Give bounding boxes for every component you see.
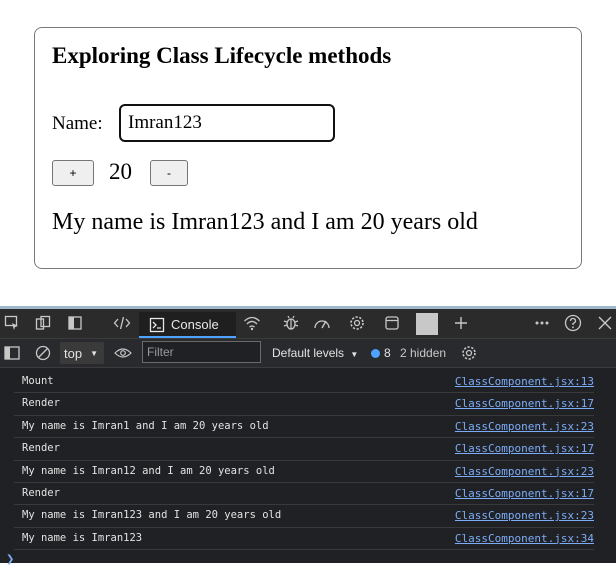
dock-side-icon[interactable] [66, 314, 84, 332]
greeting-message: My name is Imran123 and I am 20 years ol… [52, 209, 478, 235]
devtools-panel: Console top ▼ Filter Default levels ▼ 8 … [0, 306, 616, 565]
tab-console-label: Console [171, 317, 219, 332]
elements-tab-icon[interactable] [113, 314, 131, 332]
issues-count: 8 [384, 346, 391, 360]
live-expression-eye-icon[interactable] [114, 344, 132, 362]
log-entry: My name is Imran123 and I am 20 years ol… [14, 505, 594, 528]
log-message: My name is Imran123 and I am 20 years ol… [22, 509, 282, 522]
page-title: Exploring Class Lifecycle methods [52, 43, 392, 68]
log-message: My name is Imran1 and I am 20 years old [22, 419, 269, 432]
log-levels-dropdown[interactable]: Default levels ▼ [272, 346, 358, 360]
log-source-link[interactable]: ClassComponent.jsx:13 [455, 375, 594, 388]
decrement-button[interactable]: - [150, 160, 188, 186]
application-icon[interactable] [383, 314, 401, 332]
log-message: Render [22, 442, 60, 455]
more-options-icon[interactable] [533, 314, 551, 332]
log-message: My name is Imran123 [22, 531, 143, 544]
tab-console[interactable]: Console [139, 312, 236, 338]
network-icon[interactable] [243, 314, 261, 332]
console-settings-gear-icon[interactable] [460, 344, 478, 362]
help-icon[interactable] [564, 314, 582, 332]
name-label: Name: [52, 113, 103, 134]
hidden-messages-count: 2 hidden [400, 346, 447, 360]
log-message: Render [22, 486, 60, 499]
age-value: 20 [109, 159, 132, 184]
log-entry: My name is Imran123 ClassComponent.jsx:3… [14, 528, 594, 551]
log-source-link[interactable]: ClassComponent.jsx:17 [455, 397, 594, 410]
log-levels-label: Default levels [272, 346, 345, 360]
inspect-element-icon[interactable] [3, 314, 21, 332]
close-devtools-icon[interactable] [596, 314, 614, 332]
extension-square-icon[interactable] [416, 313, 438, 335]
performance-icon[interactable] [313, 314, 331, 332]
clear-console-icon[interactable] [34, 344, 52, 362]
lifecycle-card: Exploring Class Lifecycle methods Name: … [34, 27, 582, 269]
console-icon [148, 316, 166, 334]
context-select-value: top [64, 345, 83, 361]
console-prompt-chevron-icon[interactable]: ❯ [6, 554, 14, 565]
active-tab-indicator [139, 336, 236, 338]
log-message: My name is Imran12 and I am 20 years old [22, 464, 275, 477]
sidebar-toggle-icon[interactable] [3, 344, 21, 362]
log-entry: Render ClassComponent.jsx:17 [14, 483, 594, 506]
console-toolbar: top ▼ Filter Default levels ▼ 8 2 hidden [0, 339, 616, 368]
log-entry: Render ClassComponent.jsx:17 [14, 438, 594, 461]
log-message: Render [22, 397, 60, 410]
increment-button[interactable]: + [52, 160, 94, 186]
chevron-down-icon: ▼ [350, 350, 359, 359]
filter-placeholder: Filter [147, 345, 174, 359]
issues-counter[interactable]: 8 [371, 346, 391, 360]
log-entry: My name is Imran1 and I am 20 years old … [14, 416, 594, 439]
bug-icon[interactable] [282, 314, 300, 332]
filter-input[interactable]: Filter [142, 341, 261, 363]
log-message: Mount [22, 375, 54, 387]
name-input[interactable] [119, 104, 335, 142]
log-source-link[interactable]: ClassComponent.jsx:23 [455, 465, 594, 478]
chevron-down-icon: ▼ [90, 348, 98, 358]
context-select[interactable]: top ▼ [60, 342, 104, 364]
settings-gear-icon[interactable] [348, 314, 366, 332]
log-source-link[interactable]: ClassComponent.jsx:23 [455, 509, 594, 522]
log-source-link[interactable]: ClassComponent.jsx:17 [455, 442, 594, 455]
app-page: Exploring Class Lifecycle methods Name: … [0, 0, 616, 306]
log-source-link[interactable]: ClassComponent.jsx:23 [455, 420, 594, 433]
issues-icon [371, 349, 380, 358]
log-entry: My name is Imran12 and I am 20 years old… [14, 461, 594, 483]
add-tab-icon[interactable] [452, 314, 470, 332]
log-entry: Render ClassComponent.jsx:17 [14, 393, 594, 416]
device-emulation-icon[interactable] [34, 314, 52, 332]
log-source-link[interactable]: ClassComponent.jsx:17 [455, 487, 594, 500]
log-entry: Mount ClassComponent.jsx:13 [14, 371, 594, 394]
devtools-tabbar: Console [0, 309, 616, 339]
log-source-link[interactable]: ClassComponent.jsx:34 [455, 532, 594, 545]
console-log-list: Mount ClassComponent.jsx:13 Render Class… [0, 371, 616, 551]
